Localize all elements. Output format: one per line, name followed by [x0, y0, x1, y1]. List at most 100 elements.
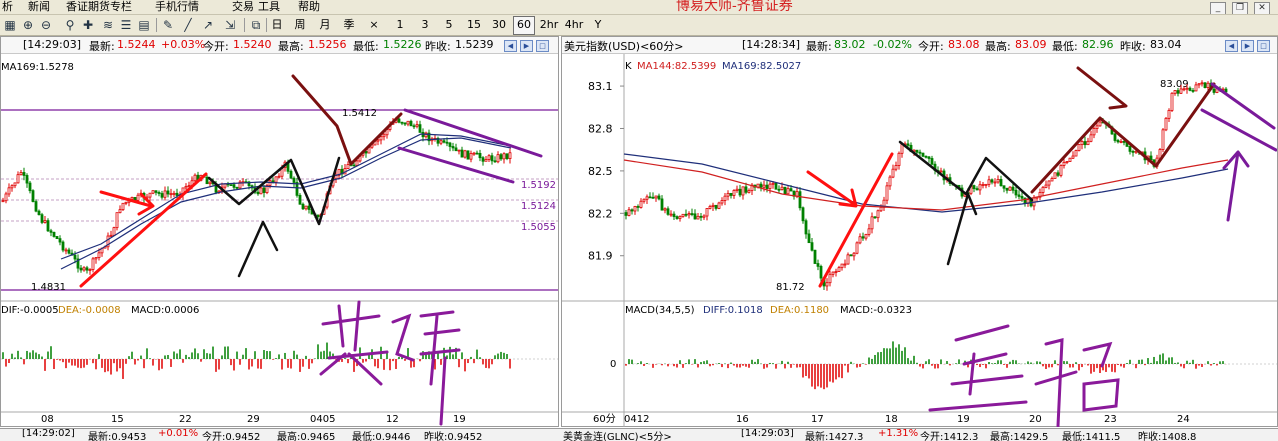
candle-body	[469, 153, 473, 160]
candle-body	[16, 174, 20, 184]
candle-body	[400, 121, 404, 124]
zoom-in-icon[interactable]: ⊕	[20, 17, 36, 33]
candle-body	[1194, 84, 1198, 92]
candle-body	[807, 233, 811, 244]
candle-body	[451, 146, 455, 149]
last-label: 最新:	[89, 40, 115, 53]
candle-body	[415, 124, 419, 127]
candle-body	[346, 164, 350, 169]
candle-body	[879, 206, 883, 212]
candle-body	[978, 184, 982, 191]
quote-time: [14:29:03]	[23, 38, 81, 51]
candle-body	[690, 213, 694, 215]
candle-body	[930, 158, 934, 165]
list-icon[interactable]: ☰	[118, 17, 134, 33]
candle-body	[502, 153, 506, 160]
high-price: 83.09	[1015, 38, 1047, 51]
indicator-icon[interactable]: ≋	[100, 17, 116, 33]
candle-body	[627, 209, 631, 216]
period-15min[interactable]: 15	[465, 16, 483, 33]
copy-icon[interactable]: ⧉	[248, 17, 264, 33]
restore-icon[interactable]: ❐	[1232, 2, 1248, 14]
period-close[interactable]: ×	[368, 16, 380, 33]
candle-body	[157, 192, 161, 194]
maximize-icon[interactable]: □	[536, 40, 549, 52]
left-macd-dif: DIF:-0.0005	[1, 305, 59, 316]
next-arrow-icon[interactable]: ▶	[520, 40, 533, 52]
bottom-right-time: [14:29:03]	[741, 428, 794, 439]
candle-body	[1122, 141, 1126, 143]
handwriting-usd-index-icon	[928, 324, 1120, 427]
menu-item-trade[interactable]: 交易	[232, 0, 254, 14]
menu-item-tools[interactable]: 工具	[258, 0, 280, 14]
period-month[interactable]: 月	[317, 16, 333, 33]
candle-body	[840, 263, 844, 269]
toolbar: ▦ ⊕ ⊖ ⚲ ✚ ≋ ☰ ▤ ✎ ╱ ↗ ⇲ ⧉ 日 周 月 季 × 1 3 …	[0, 15, 1278, 36]
period-3min[interactable]: 3	[419, 16, 431, 33]
candle-body	[418, 124, 422, 133]
right-macd-dif: DIFF:0.1018	[703, 305, 763, 316]
candle-body	[46, 220, 50, 232]
candle-body	[678, 216, 682, 219]
candle-body	[1, 200, 5, 203]
menu-item-analysis[interactable]: 析	[2, 0, 13, 14]
menu-item-futures-column[interactable]: 香证期货专栏	[66, 0, 132, 14]
maximize-icon[interactable]: □	[1257, 40, 1270, 52]
candle-body	[1011, 186, 1015, 191]
period-30min[interactable]: 30	[490, 16, 508, 33]
next-arrow-icon[interactable]: ▶	[1241, 40, 1254, 52]
period-60min[interactable]: 60	[513, 16, 535, 35]
trend-icon[interactable]: ↗	[200, 17, 216, 33]
candle-body	[40, 214, 44, 223]
candle-body	[67, 249, 71, 254]
y-tick-label: 82.8	[588, 122, 613, 135]
candle-body	[34, 201, 38, 212]
close-icon[interactable]: ✕	[1254, 2, 1270, 14]
menu-item-news[interactable]: 新闻	[28, 0, 50, 14]
period-4hr[interactable]: 4hr	[563, 16, 585, 33]
prev-arrow-icon[interactable]: ◀	[504, 40, 517, 52]
candle-body	[801, 207, 805, 222]
candle-body	[669, 213, 673, 216]
search-icon[interactable]: ⚲	[62, 17, 78, 33]
period-week[interactable]: 周	[292, 16, 308, 33]
left-chart[interactable]: MA169:1.5278 1.5192 1.5124 1.5055 1.5412…	[1, 54, 558, 427]
move-icon[interactable]: ⇲	[222, 17, 238, 33]
candle-body	[705, 208, 709, 217]
chart-icon[interactable]: ▦	[2, 17, 18, 33]
right-chart[interactable]: K MA144:82.5399 MA169:82.5027 81.9 82.2 82…	[562, 54, 1277, 427]
candle-body	[160, 193, 164, 198]
candle-body	[765, 184, 769, 189]
candle-body	[1173, 90, 1177, 94]
period-year[interactable]: Y	[592, 16, 604, 33]
candle-body	[484, 159, 488, 162]
period-day[interactable]: 日	[269, 16, 285, 33]
period-2hr[interactable]: 2hr	[538, 16, 560, 33]
last-label: 最新:	[806, 40, 832, 53]
prev-arrow-icon[interactable]: ◀	[1225, 40, 1238, 52]
candle-body	[924, 155, 928, 158]
menu-item-mobile-quotes[interactable]: 手机行情	[155, 0, 199, 14]
bottom-right-prev: 昨收:1408.8	[1138, 432, 1197, 441]
candle-body	[298, 194, 302, 205]
period-1min[interactable]: 1	[394, 16, 406, 33]
candle-body	[97, 252, 101, 258]
candle-body	[663, 208, 667, 211]
zoom-out-icon[interactable]: ⊖	[38, 17, 54, 33]
left-x-tick-4: 0405	[310, 414, 335, 425]
minimize-icon[interactable]: _	[1210, 2, 1226, 14]
right-x-tick-1: 16	[736, 414, 749, 425]
period-quarter[interactable]: 季	[341, 16, 357, 33]
left-quote-header: [14:29:03] 最新: 1.5244 +0.03% 今开: 1.5240 …	[1, 37, 558, 54]
pen-icon[interactable]: ✎	[160, 17, 176, 33]
cross-icon[interactable]: ✚	[80, 17, 96, 33]
line-icon[interactable]: ╱	[180, 17, 196, 33]
candle-body	[412, 125, 416, 128]
menu-item-help[interactable]: 帮助	[298, 0, 320, 14]
grid-icon[interactable]: ▤	[136, 17, 152, 33]
period-5min[interactable]: 5	[443, 16, 455, 33]
candle-body	[696, 215, 700, 220]
candle-body	[493, 160, 497, 163]
high-label: 最高:	[985, 40, 1011, 53]
candle-body	[654, 195, 658, 199]
